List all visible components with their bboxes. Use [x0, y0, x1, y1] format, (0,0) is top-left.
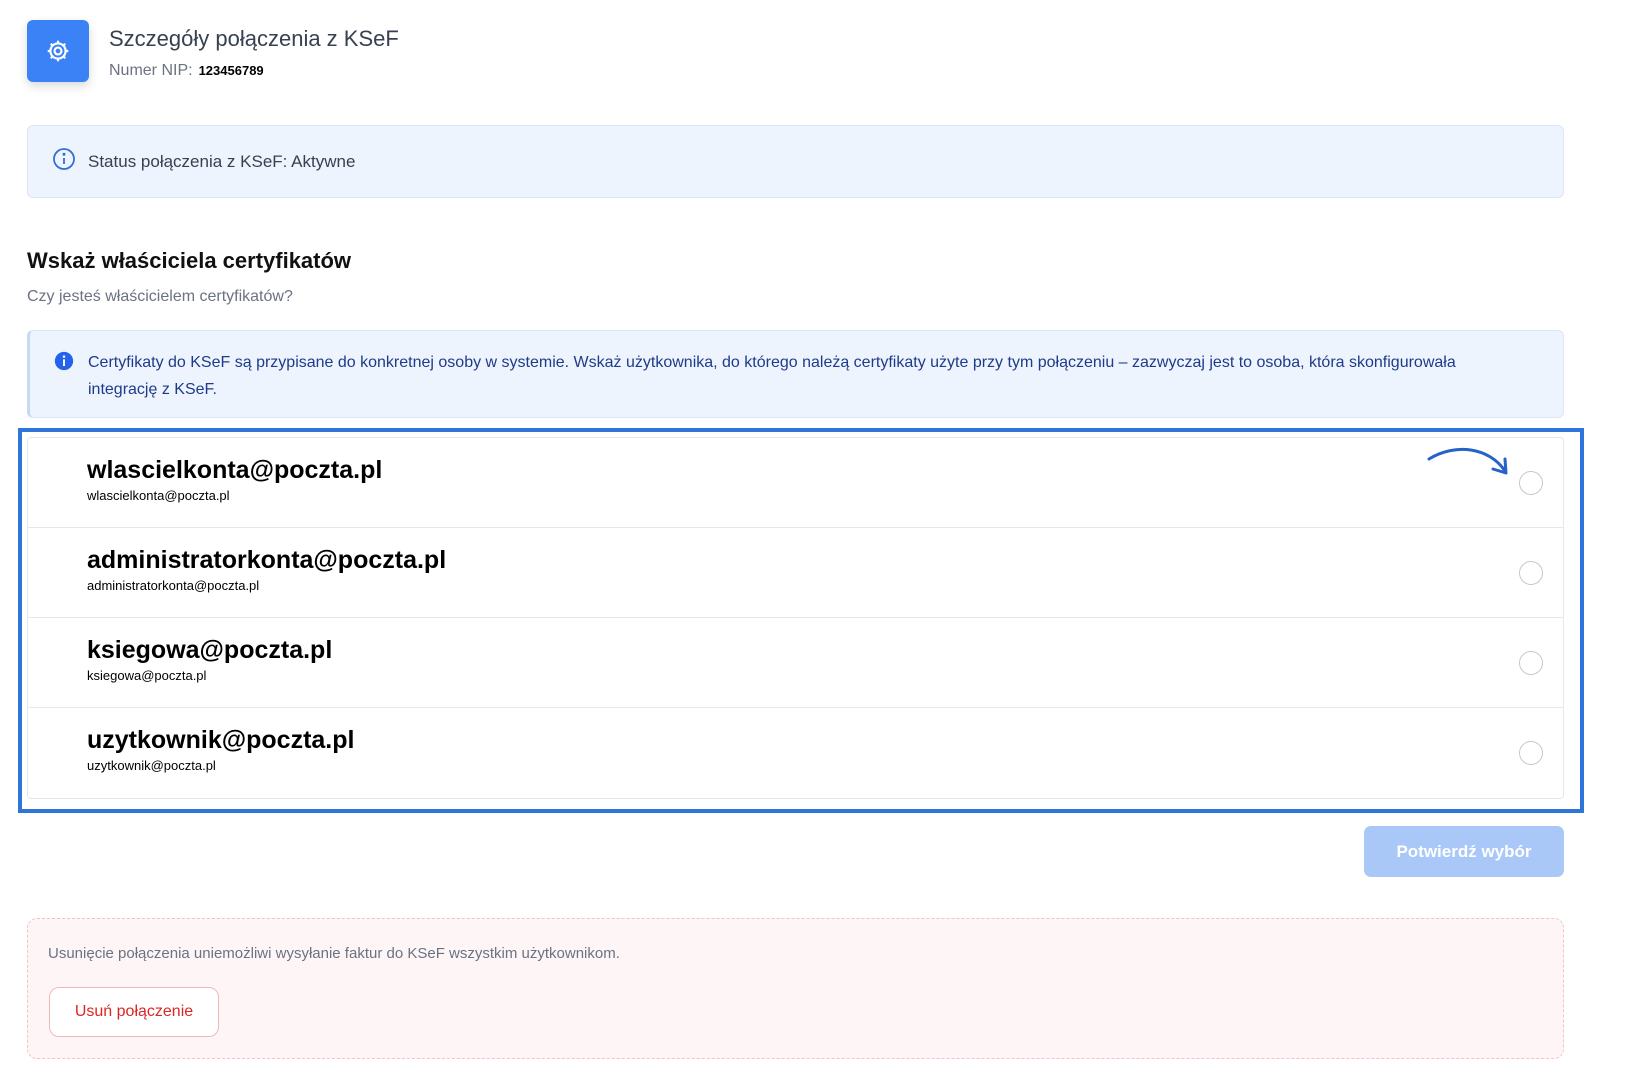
user-select-list: wlascielkonta@poczta.pl wlascielkonta@po…	[27, 437, 1564, 799]
list-item[interactable]: uzytkownik@poczta.pl uzytkownik@poczta.p…	[28, 708, 1563, 798]
user-radio-button[interactable]	[1519, 741, 1543, 765]
user-radio-button[interactable]	[1519, 471, 1543, 495]
annotation-arrow-icon	[1427, 447, 1508, 475]
list-item[interactable]: administratorkonta@poczta.pl administrat…	[28, 528, 1563, 618]
user-name: ksiegowa@poczta.pl	[87, 636, 333, 664]
gear-icon	[27, 20, 89, 82]
info-filled-icon	[54, 351, 74, 376]
user-name: wlascielkonta@poczta.pl	[87, 456, 383, 484]
info-outline-icon	[52, 147, 76, 176]
nip-line: Numer NIP: 123456789	[109, 62, 399, 80]
user-name: uzytkownik@poczta.pl	[87, 726, 355, 754]
list-item[interactable]: ksiegowa@poczta.pl ksiegowa@poczta.pl	[28, 618, 1563, 708]
page-header: Szczegóły połączenia z KSeF Numer NIP: 12…	[27, 20, 399, 82]
certificate-info-banner: Certyfikaty do KSeF są przypisane do kon…	[27, 330, 1564, 418]
list-item[interactable]: wlascielkonta@poczta.pl wlascielkonta@po…	[28, 438, 1563, 528]
connection-status-text: Status połączenia z KSeF: Aktywne	[88, 151, 356, 171]
certificate-info-text: Certyfikaty do KSeF są przypisane do kon…	[88, 354, 1456, 398]
user-email: administratorkonta@poczta.pl	[87, 578, 260, 593]
danger-zone: Usunięcie połączenia uniemożliwi wysyłan…	[27, 918, 1564, 1059]
user-radio-button[interactable]	[1519, 561, 1543, 585]
user-name: administratorkonta@poczta.pl	[87, 546, 447, 574]
owner-section-subtitle: Czy jesteś właścicielem certyfikatów?	[27, 288, 293, 305]
delete-connection-button[interactable]: Usuń połączenie	[49, 987, 219, 1037]
user-email: wlascielkonta@poczta.pl	[87, 488, 230, 503]
nip-value: 123456789	[198, 63, 264, 78]
user-email: ksiegowa@poczta.pl	[87, 668, 207, 683]
connection-status-banner: Status połączenia z KSeF: Aktywne	[27, 125, 1564, 198]
confirm-selection-button[interactable]: Potwierdź wybór	[1364, 826, 1564, 877]
nip-label: Numer NIP:	[109, 62, 193, 79]
page-title: Szczegóły połączenia z KSeF	[109, 26, 399, 51]
user-radio-button[interactable]	[1519, 651, 1543, 675]
owner-section-title: Wskaż właściciela certyfikatów	[27, 248, 352, 273]
danger-warning-text: Usunięcie połączenia uniemożliwi wysyłan…	[48, 945, 620, 962]
user-email: uzytkownik@poczta.pl	[87, 758, 216, 773]
